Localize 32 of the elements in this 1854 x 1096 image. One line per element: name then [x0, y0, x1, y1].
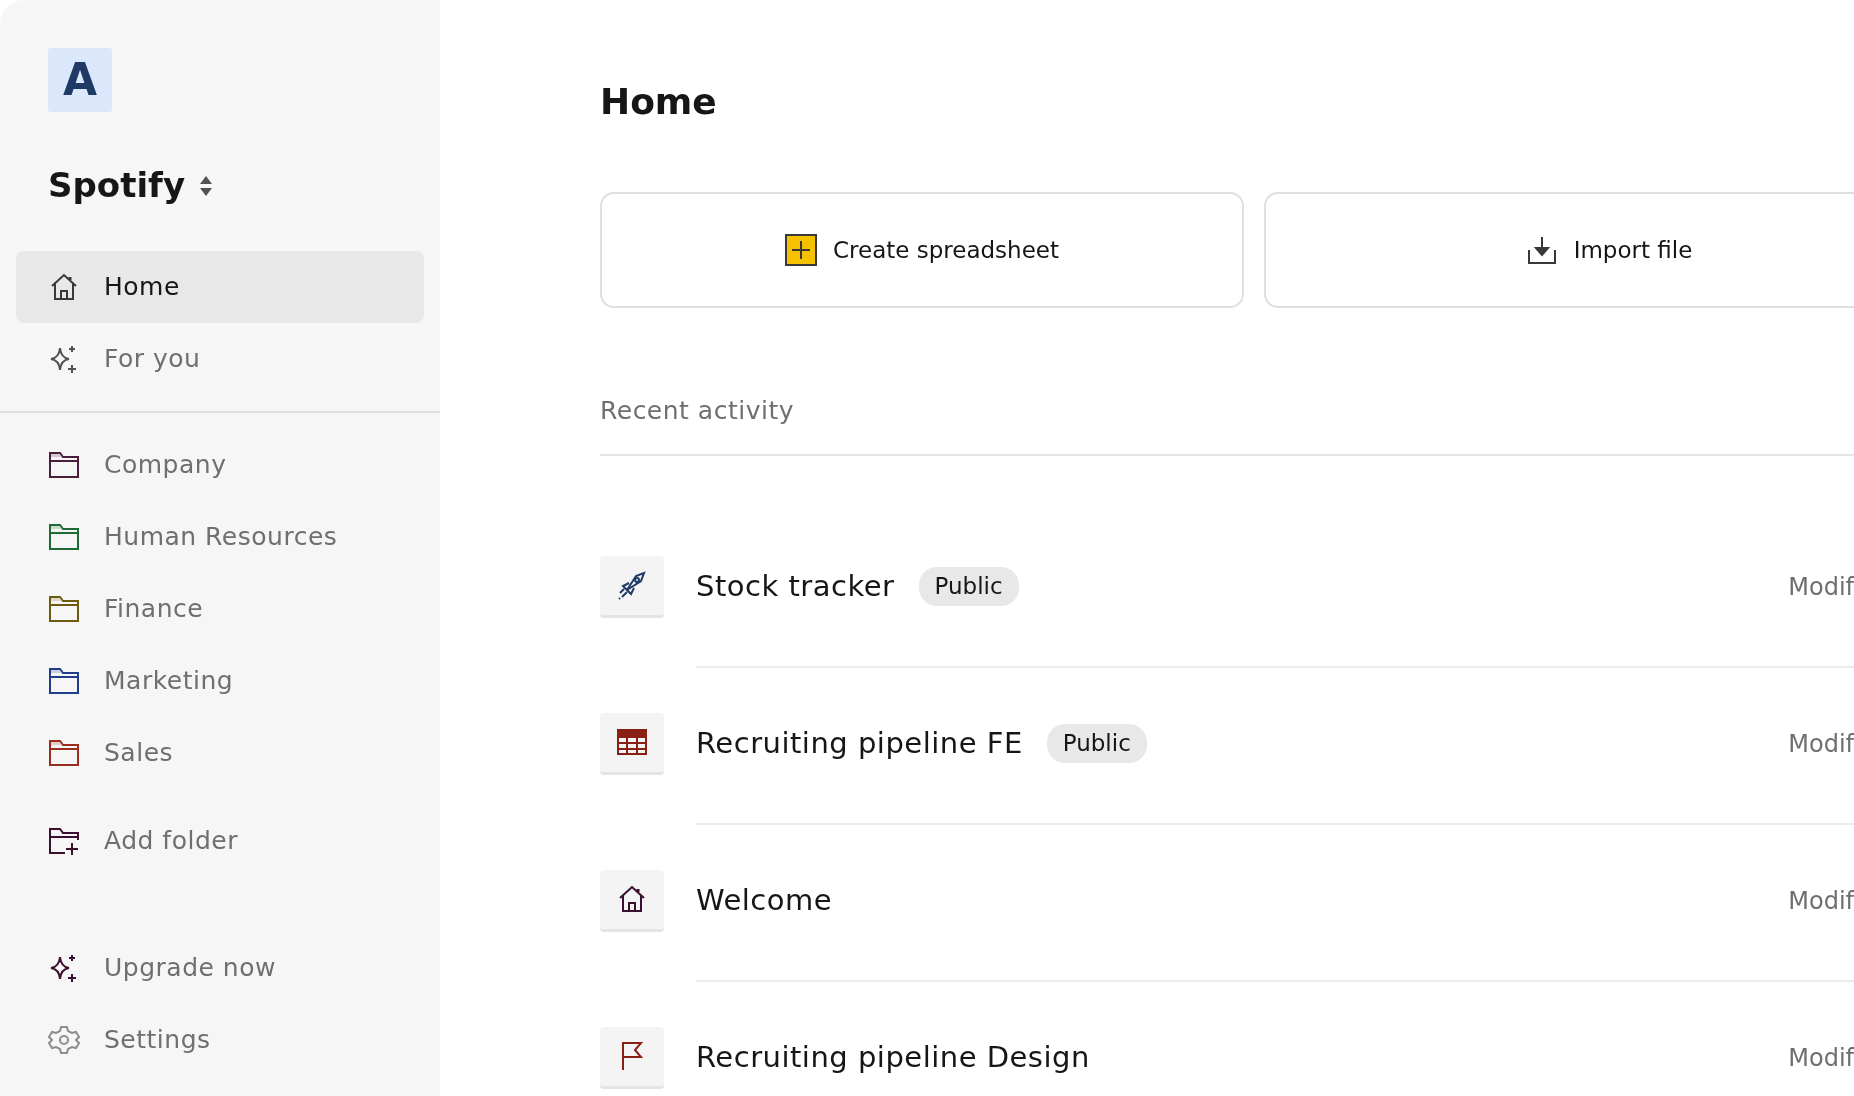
- sort-icon[interactable]: [199, 174, 214, 197]
- settings-icon: [48, 1024, 80, 1056]
- nav-item[interactable]: For you: [16, 323, 424, 395]
- rocket-icon: [616, 569, 648, 601]
- modified-label: Modif: [1788, 885, 1854, 917]
- add-folder-button[interactable]: Add folder: [16, 805, 424, 877]
- folder-item[interactable]: Finance: [16, 573, 424, 645]
- file-title[interactable]: Stock tracker: [696, 564, 895, 609]
- folder-item[interactable]: Sales: [16, 717, 424, 789]
- plus-icon: [785, 234, 817, 266]
- upgrade-button[interactable]: Upgrade now: [16, 932, 424, 1004]
- modified-label: Modif: [1788, 571, 1854, 603]
- modified-label: Modif: [1788, 728, 1854, 760]
- workspace-name[interactable]: Spotify: [48, 160, 186, 211]
- folder-item[interactable]: Marketing: [16, 645, 424, 717]
- import-button[interactable]: Import file: [1264, 192, 1854, 308]
- section-heading: Recent activity: [600, 395, 795, 427]
- modified-label: Modif: [1788, 1042, 1854, 1074]
- visibility-tag: Public: [918, 567, 1019, 606]
- folder-plus-icon: [48, 825, 80, 857]
- visibility-tag: Public: [1046, 724, 1147, 763]
- file-title[interactable]: Welcome: [696, 878, 833, 923]
- folder-item[interactable]: Human Resources: [16, 501, 424, 573]
- logo: A: [48, 48, 112, 112]
- file-title[interactable]: Recruiting pipeline Design: [696, 1035, 1090, 1080]
- download-icon: [1525, 234, 1558, 266]
- file-title[interactable]: Recruiting pipeline FE: [696, 721, 1023, 766]
- create-button[interactable]: Create spreadsheet: [600, 192, 1244, 308]
- nav-item[interactable]: Home: [16, 251, 424, 323]
- settings-button[interactable]: Settings: [16, 1004, 424, 1076]
- page-title: Home: [600, 80, 718, 124]
- folder-item[interactable]: Company: [16, 429, 424, 501]
